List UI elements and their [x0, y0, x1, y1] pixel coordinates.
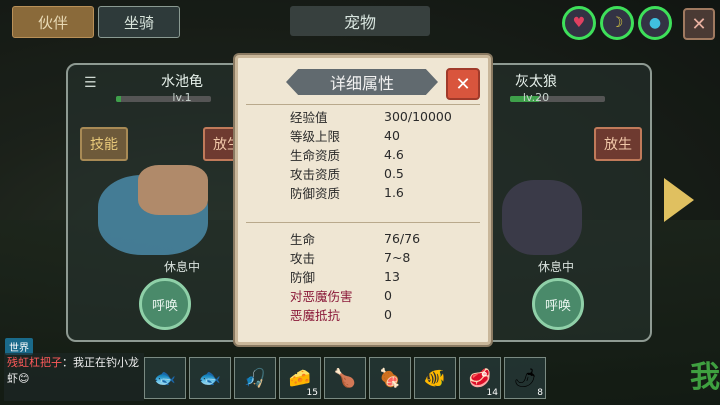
hotbar-slot[interactable]: 🎣 [234, 357, 276, 399]
stat-row: 生命资质 4.6 [290, 145, 470, 164]
stat-value: 7~8 [384, 250, 411, 265]
hotbar-slot[interactable]: 🐠 [414, 357, 456, 399]
stat-label: 生命 [290, 232, 316, 247]
tab-partner[interactable]: 伙伴 [12, 6, 94, 38]
hotbar-slot[interactable]: 🌶 8 [504, 357, 546, 399]
detail-attributes-dialog: 详细属性 ✕ 经验值 300/10000 等级上限 40 生命资质 4.6 攻击资质 0.5 防… [235, 55, 491, 345]
stat-value: 1.6 [384, 185, 404, 200]
stat-row: 恶魔抵抗 0 [290, 305, 470, 324]
close-icon[interactable]: ✕ [446, 68, 480, 100]
stat-row: 对恶魔伤害 0 [290, 286, 470, 305]
stat-row: 攻击资质 0.5 [290, 164, 470, 183]
fish-icon: 🐟 [198, 367, 222, 389]
cheese-icon: 🧀 [288, 367, 312, 389]
chat-user: 残虹杠把子 [7, 356, 62, 369]
item-count: 15 [306, 388, 318, 398]
turtle-shell [138, 165, 208, 215]
summon-button[interactable]: 呼唤 [139, 278, 191, 330]
banana-icon[interactable]: ☽ [600, 6, 634, 40]
divider [246, 104, 480, 105]
stat-label: 攻击 [290, 251, 316, 266]
stat-value: 13 [384, 269, 400, 284]
water-drop-icon[interactable]: ● [638, 6, 672, 40]
hotbar-slot[interactable]: 🥩 14 [459, 357, 501, 399]
dialog-title: 详细属性 [286, 69, 438, 95]
stat-row: 经验值 300/10000 [290, 107, 470, 126]
stat-value: 0 [384, 307, 392, 322]
chat-box[interactable]: 残虹杠把子：我正在钓小龙虾😊 [4, 353, 144, 401]
stat-value: 76/76 [384, 231, 421, 246]
corner-text: 我 [690, 360, 720, 395]
stat-label: 防御资质 [290, 186, 341, 201]
steak-icon: 🥩 [468, 367, 492, 389]
stat-row: 攻击 7~8 [290, 248, 470, 267]
hotbar-slot[interactable]: 🐟 [144, 357, 186, 399]
blue-fish-icon: 🐠 [423, 367, 447, 389]
stat-row: 等级上限 40 [290, 126, 470, 145]
next-arrow-icon[interactable] [664, 178, 694, 222]
roast-chicken-icon: 🍖 [378, 367, 402, 389]
stat-label: 攻击资质 [290, 167, 341, 182]
stat-row: 防御 13 [290, 267, 470, 286]
stat-label: 对恶魔伤害 [290, 289, 353, 304]
fish-icon: 🐟 [153, 367, 177, 389]
wolf-sprite [502, 180, 582, 255]
stat-value: 0 [384, 288, 392, 303]
stat-label: 恶魔抵抗 [290, 308, 341, 323]
item-count: 14 [486, 388, 498, 398]
chili-icon: 🌶 [513, 367, 537, 389]
stats-section-combat: 生命 76/76 攻击 7~8 防御 13 对恶魔伤害 0 恶魔抵抗 0 [290, 229, 470, 324]
stat-label: 生命资质 [290, 148, 341, 163]
stat-value: 40 [384, 128, 400, 143]
skill-button[interactable]: 技能 [80, 127, 128, 161]
tab-mount[interactable]: 坐骑 [98, 6, 180, 38]
heart-icon[interactable]: ♥ [562, 6, 596, 40]
hotbar-slot[interactable]: 🍖 [369, 357, 411, 399]
release-button[interactable]: 放生 [594, 127, 642, 161]
summon-button[interactable]: 呼唤 [532, 278, 584, 330]
divider [246, 222, 480, 223]
stats-section-base: 经验值 300/10000 等级上限 40 生命资质 4.6 攻击资质 0.5 防御资质 1.6 [290, 107, 470, 202]
tab-pet[interactable]: 宠物 [290, 6, 430, 36]
drumstick-icon: 🍗 [333, 367, 357, 389]
close-icon[interactable]: ✕ [683, 8, 715, 40]
stat-label: 经验值 [290, 110, 328, 125]
stat-label: 防御 [290, 270, 316, 285]
hotbar-slot[interactable]: 🐟 [189, 357, 231, 399]
hotbar-slot[interactable]: 🧀 15 [279, 357, 321, 399]
stat-value: 0.5 [384, 166, 404, 181]
stat-row: 生命 76/76 [290, 229, 470, 248]
stat-label: 等级上限 [290, 129, 341, 144]
hotbar-slot[interactable]: 🍗 [324, 357, 366, 399]
hotbar: 🐟 🐟 🎣 🧀 15 🍗 🍖 🐠 🥩 14 🌶 8 [144, 357, 546, 399]
stat-row: 防御资质 1.6 [290, 183, 470, 202]
fishing-rod-icon: 🎣 [243, 367, 267, 389]
stat-value: 4.6 [384, 147, 404, 162]
stat-value: 300/10000 [384, 109, 452, 124]
item-count: 8 [537, 388, 543, 398]
